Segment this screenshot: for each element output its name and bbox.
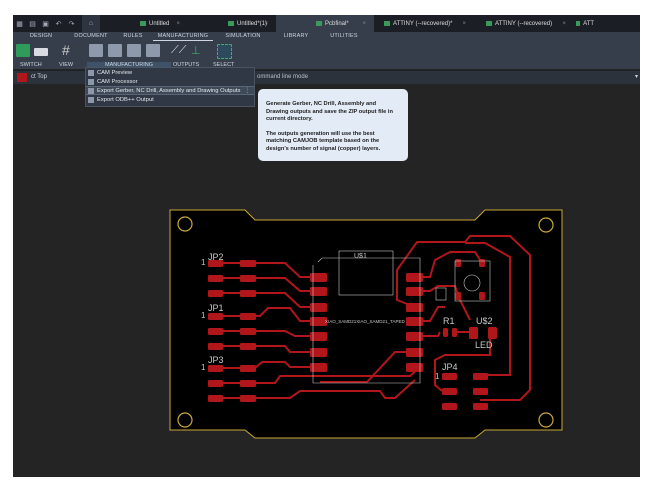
copper-pad: [240, 290, 256, 297]
copper-pad: [443, 328, 448, 337]
led-label: LED: [475, 340, 493, 350]
pin1-label: 1: [435, 372, 440, 381]
jp1-label: JP1: [208, 303, 224, 313]
jp3-label: JP3: [208, 355, 224, 365]
copper-pad: [406, 303, 423, 312]
copper-pad: [240, 365, 256, 372]
copper-pad: [310, 273, 327, 282]
copper-pad: [406, 363, 423, 372]
u2-label: U$2: [476, 316, 493, 326]
copper-pad: [310, 363, 327, 372]
copper-pad: [469, 327, 478, 339]
copper-pad: [442, 388, 457, 395]
copper-pad: [208, 395, 223, 402]
pin1-label: 1: [201, 363, 206, 372]
copper-pad: [240, 328, 256, 335]
menu-item-cam-processor[interactable]: CAM Processor: [86, 77, 254, 86]
export-odb-icon: [88, 96, 94, 103]
copper-pad: [240, 260, 256, 267]
copper-pad: [452, 328, 457, 337]
copper-pad: [310, 303, 327, 312]
copper-pad: [473, 373, 488, 380]
copper-pad: [479, 292, 485, 300]
copper-pad: [406, 332, 423, 341]
copper-pad: [406, 317, 423, 326]
copper-pad: [310, 332, 327, 341]
xiao-part-label: XIAO_SAMD21XIAO_SAMD21_TAPED: [325, 319, 405, 324]
copper-pad: [208, 380, 223, 387]
copper-pad: [240, 343, 256, 350]
copper-pad: [406, 287, 423, 296]
tooltip-text: Generate Gerber, NC Drill, Assembly and …: [266, 101, 393, 122]
pin1-label: 1: [201, 258, 206, 267]
copper-pad: [442, 373, 457, 380]
copper-pad: [455, 259, 461, 267]
copper-pad: [208, 343, 223, 350]
pin1-label: 1: [201, 311, 206, 320]
menu-item-cam-preview[interactable]: CAM Preview: [86, 68, 254, 77]
jp4-label: JP4: [442, 362, 458, 372]
copper-pad: [208, 365, 223, 372]
copper-pad: [473, 403, 488, 410]
copper-pad: [406, 273, 423, 282]
copper-pad: [473, 388, 488, 395]
jp2-label: JP2: [208, 252, 224, 262]
copper-pad: [240, 313, 256, 320]
copper-pad: [310, 348, 327, 357]
export-gerber-icon: [88, 87, 94, 94]
copper-pad: [208, 275, 223, 282]
copper-pad: [488, 327, 497, 339]
u1-label: U$1: [354, 253, 367, 260]
copper-pad: [406, 348, 423, 357]
tooltip-text: The outputs generation will use the best…: [266, 130, 381, 152]
manufacturing-dropdown-menu: CAM Preview CAM Processor Export Gerber,…: [85, 67, 255, 107]
more-options-icon[interactable]: ⋮: [244, 88, 250, 94]
copper-pad: [455, 292, 461, 300]
copper-pad: [240, 275, 256, 282]
copper-pad: [208, 313, 223, 320]
copper-pad: [240, 380, 256, 387]
board-outline: [169, 209, 563, 439]
copper-pad: [310, 287, 327, 296]
copper-pad: [208, 290, 223, 297]
copper-pad: [479, 259, 485, 267]
eagle-window: ▦ ▤ ▣ ↶ ↷ ⌂ Untitled × Untitled*(1) × Pcbf…: [13, 15, 640, 477]
cam-processor-icon: [88, 78, 94, 85]
menu-item-export-odb[interactable]: Export ODB++ Output: [86, 95, 254, 104]
menu-item-export-gerber[interactable]: Export Gerber, NC Drill, Assembly and Dr…: [86, 86, 254, 95]
copper-pad: [442, 403, 457, 410]
copper-pad: [240, 395, 256, 402]
r1-label: R1: [443, 316, 455, 326]
copper-pad: [208, 328, 223, 335]
tooltip: Generate Gerber, NC Drill, Assembly and …: [258, 89, 408, 161]
cam-preview-icon: [88, 69, 94, 76]
